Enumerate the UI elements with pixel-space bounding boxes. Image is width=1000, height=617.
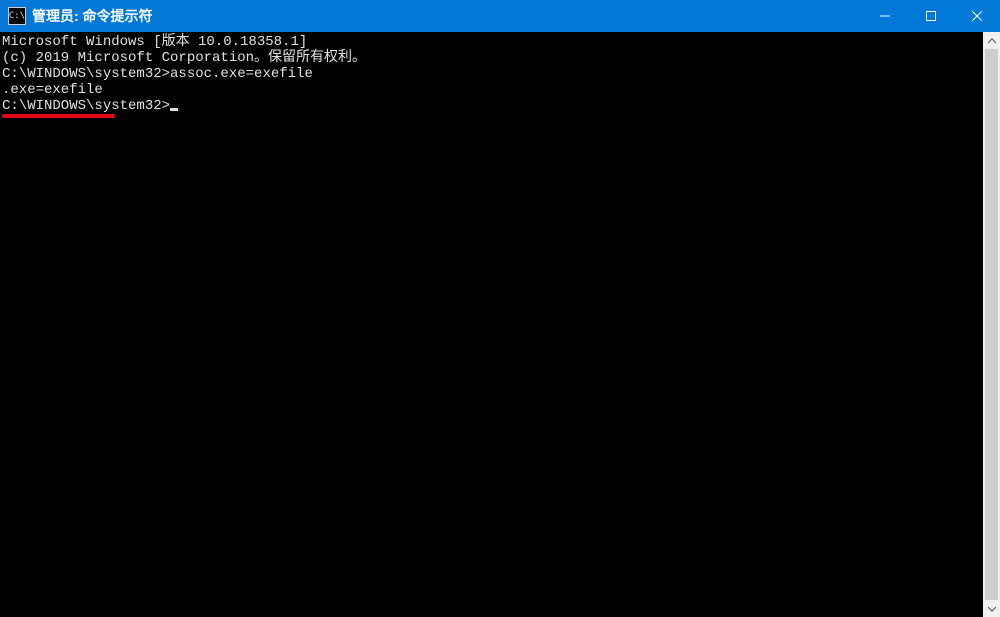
cmd-icon: C:\ — [8, 7, 26, 25]
window-titlebar[interactable]: C:\ 管理员: 命令提示符 — [0, 0, 1000, 32]
maximize-button[interactable] — [908, 0, 954, 32]
close-icon — [972, 11, 982, 21]
terminal-line: .exe=exefile — [2, 82, 983, 98]
cursor — [170, 108, 178, 111]
terminal-output[interactable]: Microsoft Windows [版本 10.0.18358.1](c) 2… — [0, 32, 983, 617]
terminal-area: Microsoft Windows [版本 10.0.18358.1](c) 2… — [0, 32, 1000, 617]
scroll-thumb[interactable] — [985, 49, 998, 600]
highlight-underline — [2, 114, 115, 118]
terminal-line: C:\WINDOWS\system32> — [2, 98, 983, 114]
window-title: 管理员: 命令提示符 — [32, 6, 153, 26]
minimize-icon — [880, 11, 890, 21]
chevron-up-icon — [988, 37, 996, 45]
minimize-button[interactable] — [862, 0, 908, 32]
chevron-down-icon — [988, 605, 996, 613]
vertical-scrollbar[interactable] — [983, 32, 1000, 617]
window-controls — [862, 0, 1000, 32]
terminal-line: (c) 2019 Microsoft Corporation。保留所有权利。 — [2, 50, 983, 66]
maximize-icon — [926, 11, 936, 21]
scroll-up-button[interactable] — [983, 32, 1000, 49]
terminal-line: C:\WINDOWS\system32>assoc.exe=exefile — [2, 66, 983, 82]
terminal-line: Microsoft Windows [版本 10.0.18358.1] — [2, 34, 983, 50]
scroll-down-button[interactable] — [983, 600, 1000, 617]
scroll-track[interactable] — [983, 49, 1000, 600]
close-button[interactable] — [954, 0, 1000, 32]
